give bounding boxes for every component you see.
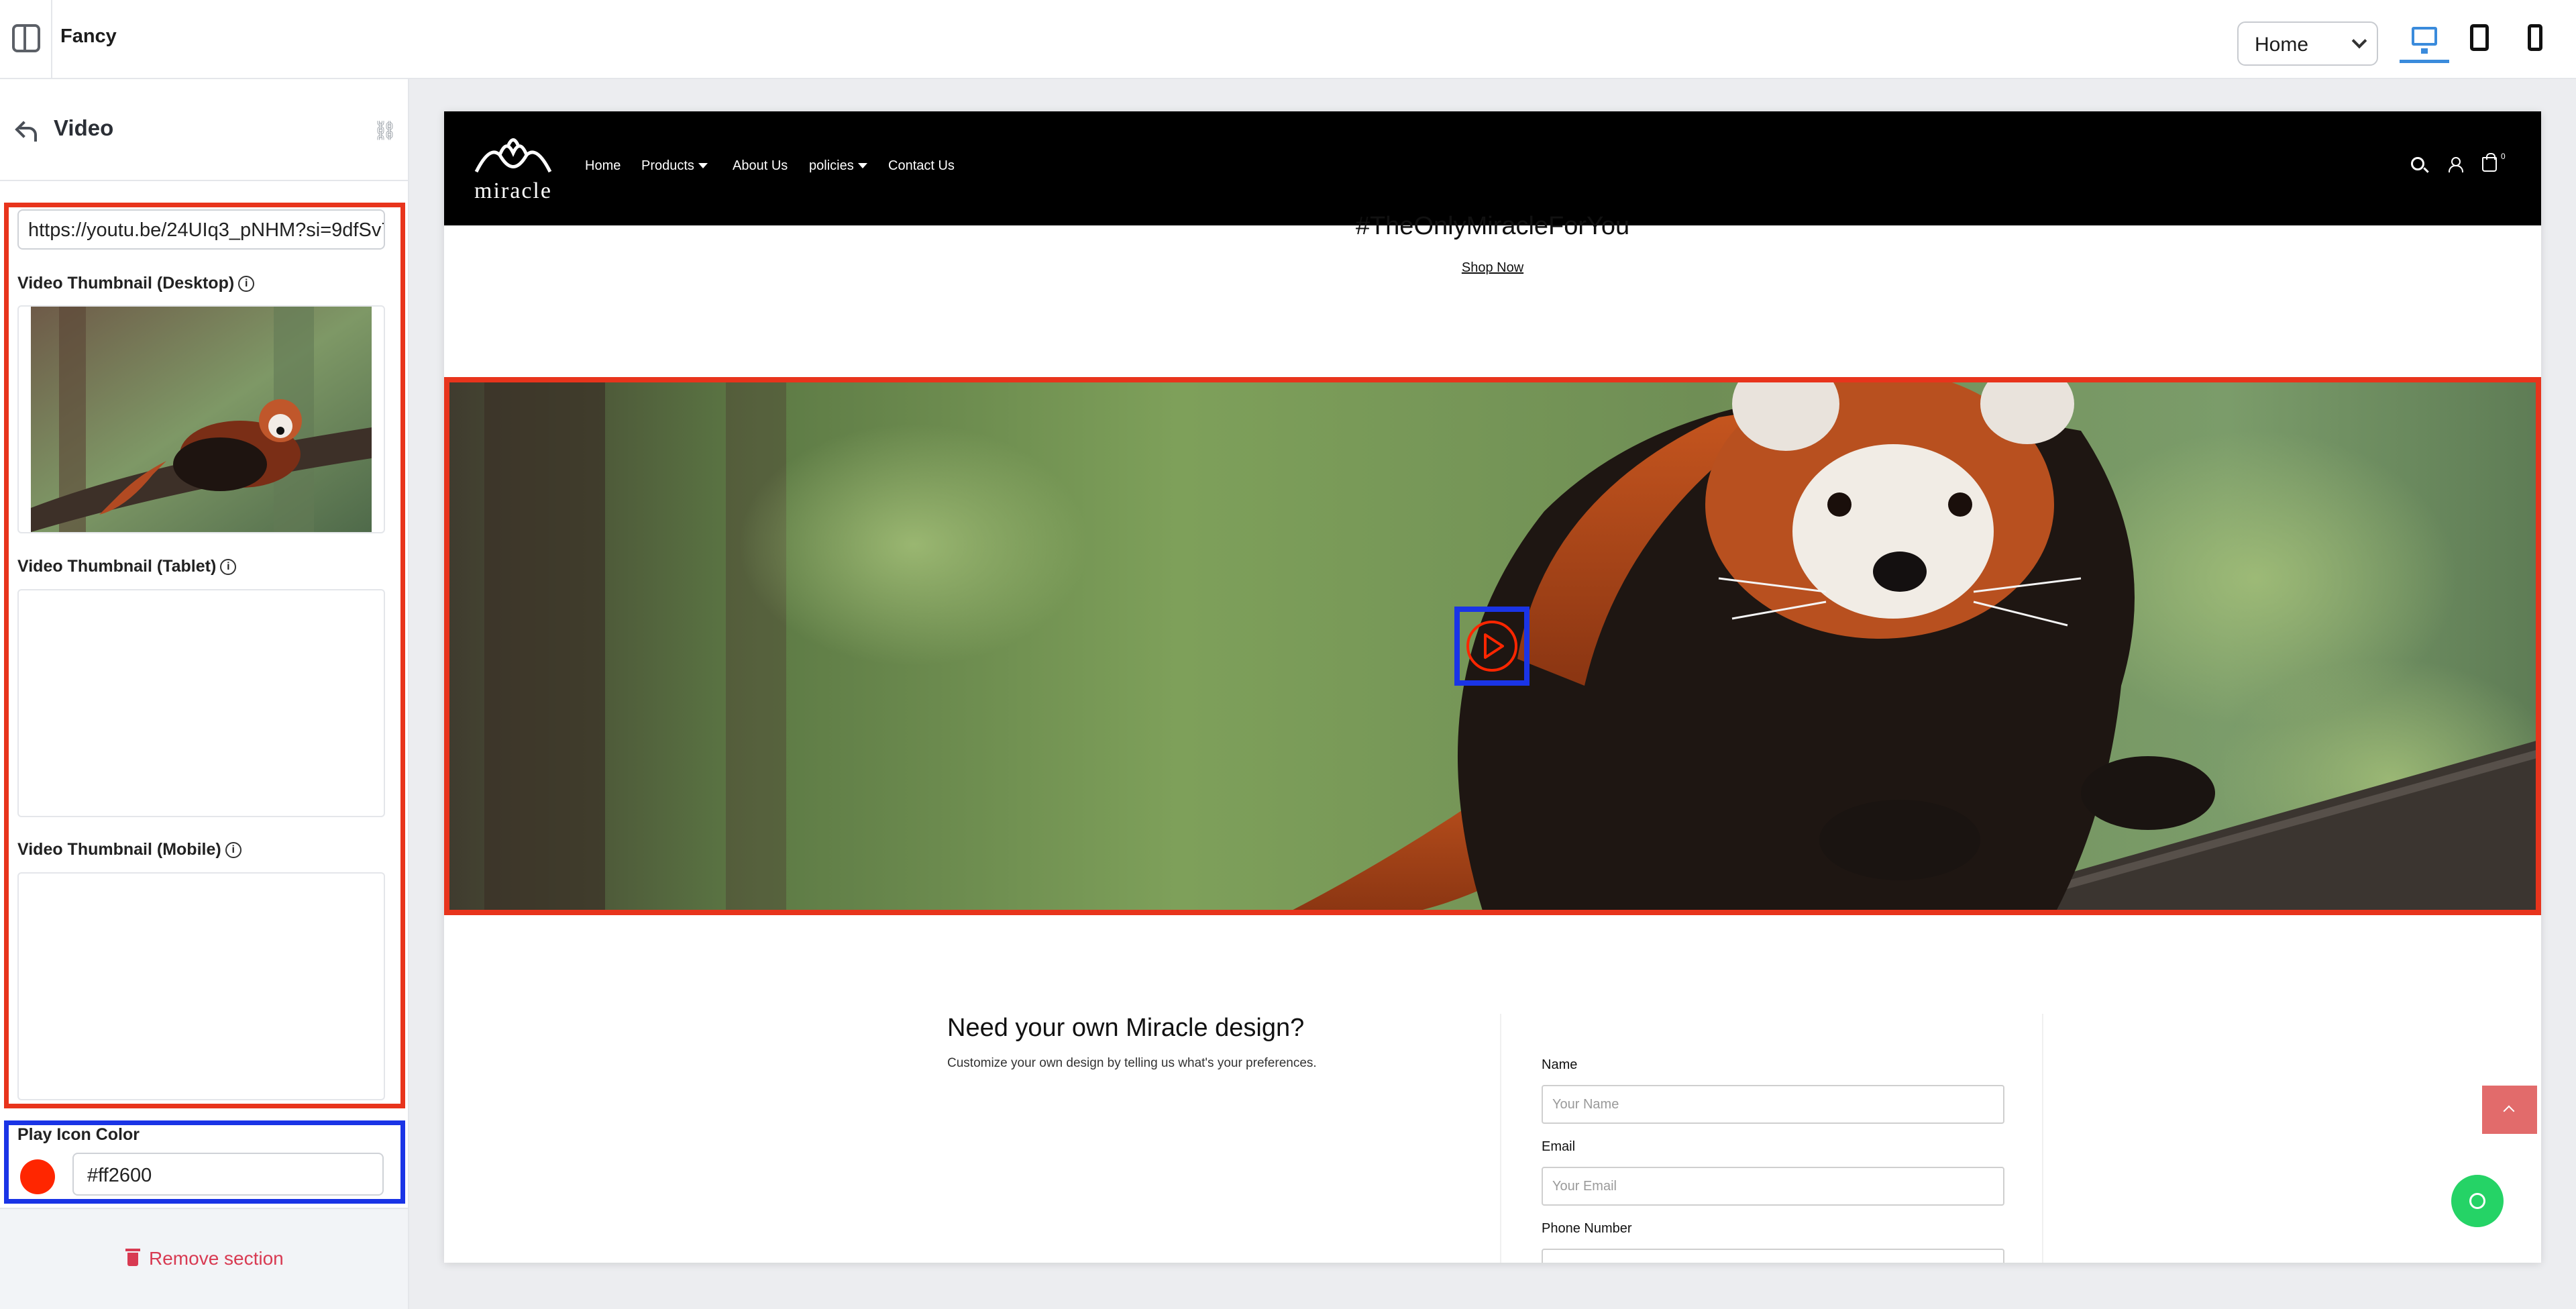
- play-icon-color-label: Play Icon Color: [17, 1125, 140, 1145]
- red-panda-thumbnail: [19, 307, 385, 533]
- thumb-tablet-label-text: Video Thumbnail (Tablet): [17, 557, 216, 576]
- name-input[interactable]: Your Name: [1542, 1085, 2004, 1124]
- form-title: Need your own Miracle design?: [947, 1014, 1304, 1043]
- site-logo[interactable]: miracle: [470, 132, 557, 205]
- nav-policies-label: policies: [809, 158, 854, 173]
- link-icon[interactable]: ⛓: [373, 119, 397, 142]
- panel-header: Video ⛓: [0, 79, 408, 181]
- site-header: miracle Home Products About Us policies …: [444, 111, 2541, 225]
- top-bar: Fancy Home: [0, 0, 2576, 79]
- color-hex-input[interactable]: #ff2600: [72, 1153, 384, 1196]
- play-icon-highlight[interactable]: [1454, 607, 1529, 686]
- page-preview: miracle Home Products About Us policies …: [444, 111, 2541, 1263]
- divider: [51, 0, 52, 79]
- video-url-input[interactable]: https://youtu.be/24UIq3_pNHM?si=9dfSv7: [17, 209, 385, 250]
- page-select-value: Home: [2255, 34, 2308, 56]
- trash-icon: [127, 1253, 138, 1266]
- search-icon[interactable]: [2411, 157, 2424, 170]
- form-subtitle: Customize your own design by telling us …: [947, 1056, 1317, 1071]
- thumb-mobile-label: Video Thumbnail (Mobile)i: [17, 840, 241, 859]
- thumb-tablet-label: Video Thumbnail (Tablet)i: [17, 557, 236, 576]
- thumb-desktop-upload[interactable]: [17, 305, 385, 533]
- shop-now-link[interactable]: Shop Now: [444, 260, 2541, 276]
- caret-down-icon: [858, 163, 867, 168]
- thumb-mobile-upload[interactable]: [17, 872, 385, 1100]
- cart-count: 0: [2501, 152, 2506, 161]
- desktop-icon: [2412, 27, 2437, 46]
- nav-home[interactable]: Home: [585, 158, 621, 174]
- cart-icon[interactable]: [2482, 157, 2497, 172]
- remove-section-label: Remove section: [149, 1248, 284, 1269]
- phone-label: Phone Number: [1542, 1221, 1632, 1237]
- scroll-to-top-button[interactable]: [2482, 1086, 2537, 1134]
- device-tablet-button[interactable]: [2455, 19, 2505, 63]
- whatsapp-button[interactable]: [2451, 1175, 2504, 1227]
- nav-policies[interactable]: policies: [809, 158, 867, 174]
- play-icon: [1460, 612, 1524, 680]
- phone-input[interactable]: [1542, 1249, 2004, 1263]
- email-label: Email: [1542, 1139, 1575, 1155]
- email-input[interactable]: Your Email: [1542, 1167, 2004, 1206]
- device-mobile-button[interactable]: [2510, 19, 2560, 63]
- sidebar-toggle-icon[interactable]: [12, 24, 40, 52]
- hero-hashtag: #TheOnlyMiracleForYou: [444, 212, 2541, 241]
- nav-about[interactable]: About Us: [733, 158, 788, 174]
- color-swatch[interactable]: [20, 1159, 55, 1194]
- caret-down-icon: [698, 163, 708, 168]
- thumb-desktop-label: Video Thumbnail (Desktop)i: [17, 274, 254, 293]
- panel-title: Video: [54, 115, 113, 141]
- nav-products-label: Products: [641, 158, 694, 173]
- chevron-down-icon: [2352, 34, 2367, 49]
- thumb-mobile-label-text: Video Thumbnail (Mobile): [17, 840, 221, 859]
- thumb-desktop-label-text: Video Thumbnail (Desktop): [17, 274, 234, 293]
- tablet-icon: [2470, 24, 2489, 51]
- back-icon[interactable]: [13, 119, 38, 140]
- nav-products[interactable]: Products: [641, 158, 708, 174]
- account-icon[interactable]: [2449, 157, 2461, 172]
- panel-footer: Remove section: [0, 1208, 408, 1309]
- name-label: Name: [1542, 1057, 1577, 1073]
- logo-text: miracle: [470, 178, 557, 204]
- mobile-icon: [2528, 24, 2542, 51]
- page-select[interactable]: Home: [2237, 21, 2378, 66]
- nav-contact[interactable]: Contact Us: [888, 158, 955, 174]
- info-icon[interactable]: i: [225, 842, 241, 858]
- thumb-tablet-upload[interactable]: [17, 589, 385, 817]
- info-icon[interactable]: i: [238, 276, 254, 292]
- info-icon[interactable]: i: [220, 559, 236, 575]
- app-title: Fancy: [60, 25, 117, 48]
- logo-mark-icon: [470, 132, 557, 178]
- device-desktop-button[interactable]: [2400, 19, 2449, 63]
- remove-section-button[interactable]: Remove section: [127, 1248, 284, 1269]
